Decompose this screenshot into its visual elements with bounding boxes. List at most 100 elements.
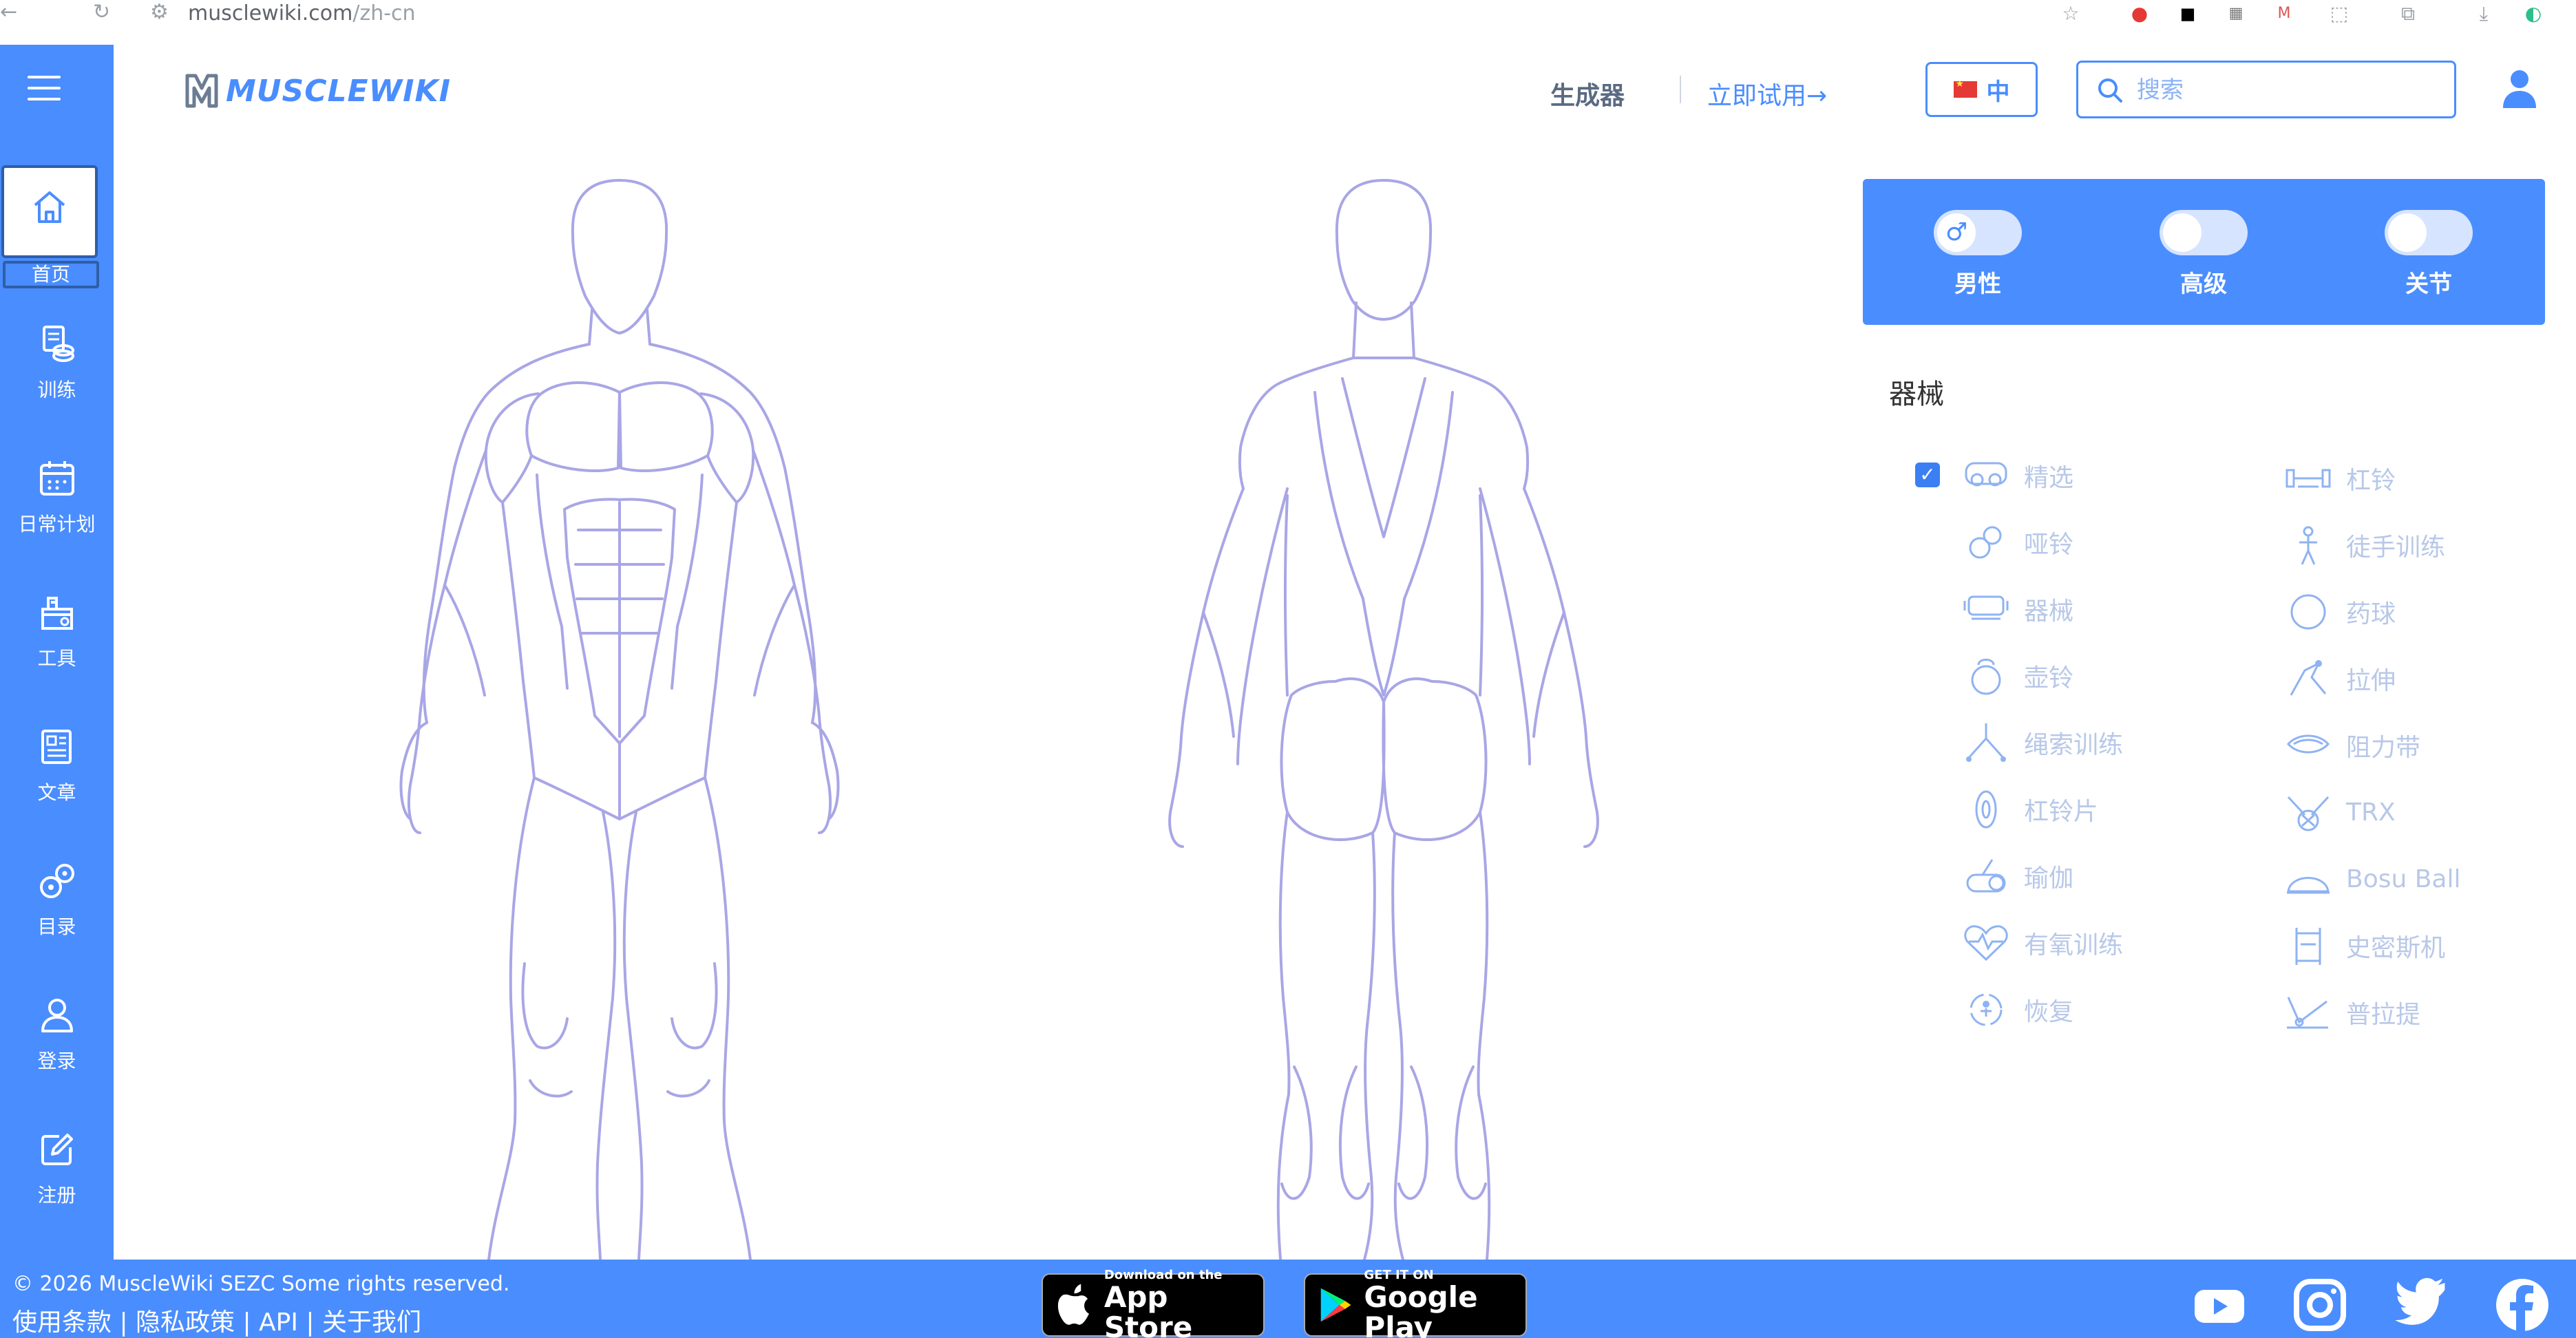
menu-icon[interactable] [28, 76, 61, 100]
reload-icon[interactable]: ↻ [93, 0, 110, 24]
back-head[interactable] [1335, 179, 1433, 321]
youtube-icon[interactable] [2192, 1277, 2247, 1332]
joints-toggle[interactable]: 关节 [2360, 210, 2498, 299]
sidebar-item-label: 训练 [37, 379, 76, 401]
equipment-item-cardio[interactable]: 有氧训练 [1962, 919, 2123, 967]
toggle-knob [2388, 213, 2427, 252]
front-chest[interactable] [525, 381, 714, 472]
google-play-badge[interactable]: GET IT ON Google Play [1304, 1268, 1527, 1338]
front-abs[interactable] [563, 498, 676, 745]
equipment-item-kettlebell[interactable]: 壶铃 [1962, 652, 2073, 700]
smith-machine-icon [2295, 928, 2321, 965]
sidebar-item-label: 目录 [37, 915, 76, 938]
equipment-item-yoga[interactable]: 瑜伽 [1962, 852, 2073, 900]
equipment-label: 恢复 [2024, 998, 2074, 1026]
front-right-leg[interactable] [622, 776, 752, 1260]
machine-icon [1963, 595, 2009, 620]
sidebar-item-login[interactable]: 登录 [0, 991, 114, 1074]
equipment-item-trx[interactable]: TRX [2284, 788, 2396, 836]
equipment-item-bosu-ball[interactable]: Bosu Ball [2284, 855, 2461, 903]
back-icon[interactable]: ← [0, 0, 17, 24]
try-now-link[interactable]: 立即试用→ [1707, 76, 1827, 111]
profile-icon[interactable]: ◐ [2521, 1, 2546, 26]
extensions-puzzle-icon[interactable]: ⬚ [2327, 1, 2352, 26]
sidebar-item-articles[interactable]: 文章 [0, 723, 114, 805]
calendar-icon [39, 461, 74, 496]
account-icon[interactable] [2499, 65, 2540, 114]
body-front-diagram[interactable] [289, 172, 950, 1260]
language-button[interactable]: 中 [1925, 62, 2038, 117]
featured-icon [1965, 462, 2007, 487]
back-left-leg[interactable] [1276, 811, 1376, 1260]
equipment-label: 普拉提 [2346, 1001, 2421, 1029]
equipment-item-dumbbell[interactable]: 哑铃 [1962, 518, 2073, 566]
logo[interactable]: MUSCLEWIKI [184, 69, 451, 113]
equipment-label: 徒手训练 [2346, 533, 2446, 562]
sidebar-item-directory[interactable]: 目录 [0, 857, 114, 939]
equipment-item-recovery[interactable]: 恢复 [1962, 986, 2073, 1034]
back-lower-back[interactable] [1362, 597, 1406, 697]
back-right-leg[interactable] [1391, 811, 1491, 1260]
equipment-item-band[interactable]: 阻力带 [2284, 721, 2420, 769]
plate-icon [1975, 790, 1997, 829]
search-box[interactable] [2076, 61, 2456, 118]
equipment-item-plate[interactable]: 杠铃片 [1962, 785, 2098, 833]
front-left-arm[interactable] [408, 449, 487, 834]
equipment-item-smith-machine[interactable]: 史密斯机 [2284, 922, 2445, 970]
toggle-switch[interactable] [2160, 210, 2248, 255]
sidebar-item-workout[interactable]: 训练 [0, 320, 114, 403]
back-traps-diamond[interactable] [1341, 377, 1426, 538]
app-store-big-text: App Store [1104, 1279, 1193, 1338]
extension-icon[interactable]: M [2272, 1, 2297, 26]
toggle-switch[interactable]: ♂ [1934, 210, 2022, 255]
generator-link[interactable]: 生成器 [1550, 76, 1625, 111]
equipment-item-pilates[interactable]: 普拉提 [2284, 988, 2420, 1037]
bookmark-star-icon[interactable]: ☆ [2058, 1, 2083, 26]
equipment-item-cable[interactable]: 绳索训练 [1962, 719, 2123, 767]
front-head[interactable] [571, 179, 668, 334]
equipment-item-featured[interactable]: 精选 [1962, 452, 2073, 500]
address-bar[interactable]: musclewiki.com/zh-cn [188, 1, 416, 25]
front-groin[interactable] [533, 742, 706, 820]
back-right-arm[interactable] [1479, 487, 1599, 848]
body-back-diagram[interactable] [1053, 172, 1714, 1260]
app-store-badge[interactable]: Download on the App Store [1042, 1268, 1265, 1338]
medicine-ball-icon [2290, 594, 2326, 630]
sidebar-item-routine[interactable]: 日常计划 [0, 454, 114, 537]
back-torso-sides[interactable] [1284, 494, 1484, 697]
article-icon [41, 730, 72, 764]
back-lats[interactable] [1238, 381, 1530, 600]
front-left-leg[interactable] [487, 776, 617, 1260]
back-glutes[interactable] [1280, 677, 1488, 841]
footer-links[interactable]: 使用条款 | 隐私政策 | API | 关于我们 [12, 1302, 421, 1338]
tab-search-icon[interactable]: ⧉ [2396, 1, 2420, 26]
front-right-arm[interactable] [752, 449, 832, 834]
equipment-item-machine[interactable]: 器械 [1962, 585, 2073, 633]
featured-checkbox[interactable]: ✓ [1915, 463, 1940, 487]
sidebar-item-label: 文章 [37, 781, 76, 804]
equipment-item-barbell[interactable]: 杠铃 [2284, 454, 2396, 502]
sidebar-item-label: 首页 [3, 261, 99, 288]
search-input[interactable] [2137, 73, 2440, 107]
gender-toggle[interactable]: ♂ 男性 [1909, 210, 2047, 299]
download-icon[interactable]: ⤓ [2471, 1, 2496, 26]
back-left-arm[interactable] [1168, 487, 1289, 848]
toggle-switch[interactable] [2385, 210, 2473, 255]
advanced-toggle[interactable]: 高级 [2135, 210, 2272, 299]
extension-icon[interactable]: ● [2127, 1, 2152, 26]
extension-icon[interactable]: ◼ [2175, 1, 2200, 26]
sidebar-item-home[interactable]: 首页 [1, 165, 99, 288]
extension-icon[interactable]: ▦ [2224, 1, 2248, 26]
equipment-item-medicine-ball[interactable]: 药球 [2284, 588, 2396, 636]
sidebar-item-register[interactable]: 注册 [0, 1125, 114, 1208]
twitter-icon[interactable] [2394, 1277, 2449, 1332]
kettlebell-icon [1971, 659, 2001, 695]
instagram-icon[interactable] [2292, 1277, 2347, 1332]
back-neck-traps[interactable] [1279, 301, 1488, 384]
facebook-icon[interactable] [2495, 1277, 2550, 1332]
sidebar-item-tools[interactable]: 工具 [0, 588, 114, 671]
equipment-item-bodyweight[interactable]: 徒手训练 [2284, 521, 2445, 569]
equipment-label: 阻力带 [2346, 734, 2421, 762]
equipment-item-stretches[interactable]: 拉伸 [2284, 655, 2396, 703]
site-settings-icon[interactable]: ⚙ [150, 0, 169, 24]
